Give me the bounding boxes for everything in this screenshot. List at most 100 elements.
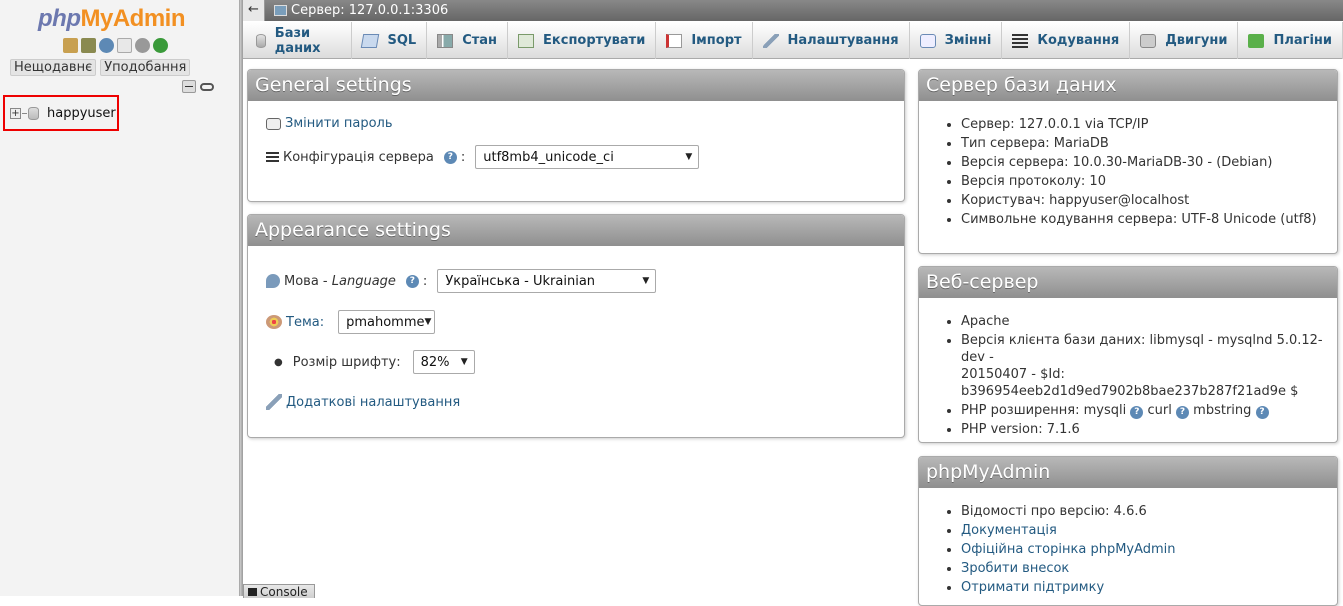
database-icon xyxy=(28,106,39,120)
favorites-button[interactable]: Уподобання xyxy=(100,59,191,76)
chevron-down-icon: ▼ xyxy=(642,276,650,286)
console-label: Console xyxy=(260,584,308,599)
web-server-panel: Веб-сервер Apache Версія клієнта бази да… xyxy=(918,266,1338,443)
panel-resize-handle[interactable] xyxy=(240,0,243,596)
tab-status[interactable]: Стан xyxy=(427,22,509,59)
panel-title: Appearance settings xyxy=(248,215,904,246)
tab-label: Стан xyxy=(462,33,498,48)
export-icon xyxy=(518,33,535,48)
font-size-row: ● Розмір шрифту: 82% ▼ xyxy=(274,350,475,374)
import-icon xyxy=(666,33,683,48)
variables-icon xyxy=(919,33,936,48)
password-icon xyxy=(266,117,281,130)
phpmyadmin-logo[interactable]: phpMyAdmin xyxy=(38,5,186,33)
more-settings-link[interactable]: Додаткові налаштування xyxy=(286,395,460,410)
db-name-label[interactable]: happyuser xyxy=(47,106,116,121)
select-value: Українська - Ukrainian xyxy=(445,273,596,289)
select-value: pmahomme xyxy=(346,314,425,330)
home-icon[interactable] xyxy=(63,38,78,53)
tab-charset[interactable]: Кодування xyxy=(1002,22,1131,59)
change-password-row: Змінити пароль xyxy=(266,116,393,131)
colon: : xyxy=(460,149,466,165)
help-icon[interactable]: ? xyxy=(1130,406,1144,419)
help-icon[interactable]: ? xyxy=(443,150,457,164)
console-icon xyxy=(248,587,257,596)
tab-databases[interactable]: Бази даних xyxy=(243,22,353,59)
list-item: Apache xyxy=(961,313,1337,330)
tab-variables[interactable]: Змінні xyxy=(910,22,1003,59)
tab-label: Двигуни xyxy=(1165,33,1228,48)
contribute-link[interactable]: Зробити внесок xyxy=(961,561,1069,576)
server-collation-row: Конфігурація сервера ?: utf8mb4_unicode_… xyxy=(266,145,700,169)
list-item: Відомості про версію: 4.6.6 xyxy=(961,503,1176,520)
tab-label: Змінні xyxy=(944,33,992,48)
sql-icon xyxy=(361,33,380,48)
tab-label: Експортувати xyxy=(543,33,646,48)
tab-label: Плагіни xyxy=(1273,33,1332,48)
help-icon[interactable]: ? xyxy=(1176,406,1190,419)
back-button[interactable]: ← xyxy=(243,0,265,21)
select-value: utf8mb4_unicode_ci xyxy=(483,149,614,165)
engine-icon xyxy=(1140,33,1157,48)
collation-label: Конфігурація сервера xyxy=(283,149,434,165)
tab-label: SQL xyxy=(387,33,417,48)
palette-icon xyxy=(266,315,282,329)
bullet: ● xyxy=(274,356,283,368)
collapse-all-icon[interactable] xyxy=(182,80,196,93)
help-icon[interactable] xyxy=(99,38,114,53)
font-size-select[interactable]: 82% ▼ xyxy=(412,350,475,374)
theme-link[interactable]: Тема: xyxy=(286,315,324,330)
support-link[interactable]: Отримати підтримку xyxy=(961,580,1104,595)
help-icon[interactable]: ? xyxy=(1255,406,1269,419)
tab-plugins[interactable]: Плагіни xyxy=(1238,22,1343,59)
change-password-link[interactable]: Змінити пароль xyxy=(285,116,393,131)
list-item: Зробити внесок xyxy=(961,560,1176,577)
colon: : xyxy=(422,273,428,289)
gear-icon[interactable] xyxy=(135,38,150,53)
web-server-info-list: Apache Версія клієнта бази даних: libmys… xyxy=(961,313,1337,440)
collation-icon xyxy=(266,151,279,163)
wrench-icon xyxy=(762,33,779,48)
tree-line xyxy=(22,112,27,114)
theme-select[interactable]: pmahomme ▼ xyxy=(338,310,436,334)
font-size-label: Розмір шрифту: xyxy=(292,354,401,370)
expand-icon[interactable]: + xyxy=(10,107,21,119)
server-breadcrumb[interactable]: Сервер: 127.0.0.1:3306 xyxy=(291,3,448,18)
phpmyadmin-panel: phpMyAdmin Відомості про версію: 4.6.6 Д… xyxy=(918,456,1338,606)
logo-my-text: My xyxy=(80,5,113,32)
logout-icon[interactable] xyxy=(81,38,96,53)
list-item: Версія клієнта бази даних: libmysql - my… xyxy=(961,332,1337,400)
recent-button[interactable]: Нещодавнє xyxy=(10,59,97,76)
tab-sql[interactable]: SQL xyxy=(352,22,428,59)
list-item: Офіційна сторінка phpMyAdmin xyxy=(961,541,1176,558)
help-icon[interactable]: ? xyxy=(405,274,419,288)
main-menu: Бази даних SQL Стан Експортувати Імпорт … xyxy=(243,22,1343,59)
list-item: PHP розширення: mysqli ? curl ? mbstring… xyxy=(961,402,1337,419)
charset-icon xyxy=(1012,33,1029,48)
tab-export[interactable]: Експортувати xyxy=(508,22,657,59)
quick-access-buttons: Нещодавнє Уподобання xyxy=(10,59,191,76)
list-item: Користувач: happyuser@localhost xyxy=(961,192,1317,209)
tab-engines[interactable]: Двигуни xyxy=(1130,22,1239,59)
tab-import[interactable]: Імпорт xyxy=(656,22,753,59)
reload-icon[interactable] xyxy=(153,38,168,53)
homepage-link[interactable]: Офіційна сторінка phpMyAdmin xyxy=(961,542,1176,557)
docs-icon[interactable] xyxy=(117,38,132,53)
language-select[interactable]: Українська - Ukrainian ▼ xyxy=(437,269,657,293)
documentation-link[interactable]: Документація xyxy=(961,523,1057,538)
plugin-icon xyxy=(1248,33,1265,48)
nav-icon-bar xyxy=(63,38,168,53)
collation-select[interactable]: utf8mb4_unicode_ci ▼ xyxy=(475,145,700,169)
tab-settings[interactable]: Налаштування xyxy=(753,22,910,59)
language-label: Мова - Language xyxy=(284,273,396,289)
list-item: Версія сервера: 10.0.30-MariaDB-30 - (De… xyxy=(961,154,1317,171)
db-tree-item-happyuser[interactable]: + happyuser xyxy=(3,95,119,131)
server-icon xyxy=(274,5,287,16)
list-item: Документація xyxy=(961,522,1176,539)
general-settings-panel: General settings Змінити пароль Конфігур… xyxy=(247,69,905,202)
list-item: Символьне кодування сервера: UTF-8 Unico… xyxy=(961,211,1317,228)
tab-label: Імпорт xyxy=(691,33,742,48)
link-with-main-icon[interactable] xyxy=(200,83,214,91)
list-item: Версія протоколу: 10 xyxy=(961,173,1317,190)
tree-controls xyxy=(182,80,214,93)
